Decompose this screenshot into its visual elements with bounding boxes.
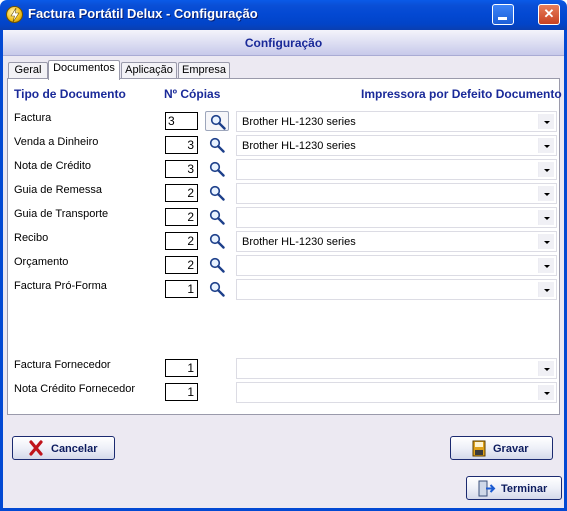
printer-dropdown[interactable] <box>236 382 557 403</box>
cancel-button-label: Cancelar <box>51 443 98 455</box>
section-header: Configuração <box>3 30 564 56</box>
chevron-down-icon[interactable] <box>538 385 554 400</box>
copies-input[interactable]: 2 <box>165 256 198 274</box>
printer-dropdown[interactable]: Brother HL-1230 series <box>236 135 557 156</box>
exit-door-icon <box>478 480 496 500</box>
document-type-label: Orçamento <box>14 256 69 268</box>
tab-label: Geral <box>14 64 42 76</box>
copies-input[interactable]: 2 <box>165 184 198 202</box>
close-button[interactable]: ✕ <box>538 4 560 25</box>
tab-label: Empresa <box>181 64 227 76</box>
tab-aplicacao[interactable]: Aplicação <box>121 62 177 79</box>
copies-input[interactable]: 2 <box>165 232 198 250</box>
printer-dropdown[interactable] <box>236 255 557 276</box>
minimize-button[interactable] <box>492 4 514 25</box>
tab-label: Documentos <box>53 62 115 74</box>
chevron-down-icon[interactable] <box>538 361 554 376</box>
select-printer-button[interactable] <box>205 279 229 299</box>
select-printer-button[interactable] <box>205 207 229 227</box>
printer-dropdown-value: Brother HL-1230 series <box>242 116 356 128</box>
document-type-label: Guia de Remessa <box>14 184 103 196</box>
column-header-copies: Nº Cópias <box>164 87 221 101</box>
title-bar[interactable]: Factura Portátil Delux - Configuração ✕ <box>0 0 567 30</box>
select-printer-button[interactable] <box>205 255 229 275</box>
printer-dropdown[interactable] <box>236 279 557 300</box>
finish-button[interactable]: Terminar <box>466 476 562 500</box>
tab-geral[interactable]: Geral <box>8 62 48 79</box>
save-disk-icon <box>472 440 486 460</box>
printer-dropdown[interactable]: Brother HL-1230 series <box>236 231 557 252</box>
section-title: Configuração <box>244 36 323 50</box>
document-type-label: Factura <box>14 112 52 124</box>
copies-input[interactable]: 3 <box>165 112 198 130</box>
document-type-label: Nota de Crédito <box>14 160 92 172</box>
select-printer-button[interactable] <box>205 183 229 203</box>
copies-input[interactable]: 3 <box>165 160 198 178</box>
window-title: Factura Portátil Delux - Configuração <box>28 6 258 21</box>
document-type-label: Guia de Transporte <box>14 208 109 220</box>
chevron-down-icon[interactable] <box>538 114 554 129</box>
tab-empresa[interactable]: Empresa <box>178 62 230 79</box>
chevron-down-icon[interactable] <box>538 210 554 225</box>
printer-dropdown[interactable]: Brother HL-1230 series <box>236 111 557 132</box>
cancel-button[interactable]: Cancelar <box>12 436 115 460</box>
copies-input[interactable]: 3 <box>165 136 198 154</box>
copies-input[interactable]: 1 <box>165 359 198 377</box>
tab-documentos[interactable]: Documentos <box>48 60 120 80</box>
select-printer-button[interactable] <box>205 231 229 251</box>
chevron-down-icon[interactable] <box>538 234 554 249</box>
chevron-down-icon[interactable] <box>538 162 554 177</box>
document-type-label: Nota Crédito Fornecedor <box>14 383 136 395</box>
printer-dropdown-value: Brother HL-1230 series <box>242 236 356 248</box>
select-printer-button[interactable] <box>205 111 229 131</box>
printer-dropdown[interactable] <box>236 358 557 379</box>
tab-label: Aplicação <box>125 64 173 76</box>
column-header-printer: Impressora por Defeito Documento <box>361 87 562 101</box>
finish-button-label: Terminar <box>501 483 548 495</box>
select-printer-button[interactable] <box>205 159 229 179</box>
copies-input[interactable]: 2 <box>165 208 198 226</box>
close-icon: ✕ <box>543 6 555 21</box>
printer-dropdown[interactable] <box>236 183 557 204</box>
column-header-doc-type: Tipo de Documento <box>14 87 126 101</box>
printer-dropdown[interactable] <box>236 159 557 180</box>
copies-input[interactable]: 1 <box>165 383 198 401</box>
chevron-down-icon[interactable] <box>538 186 554 201</box>
chevron-down-icon[interactable] <box>538 138 554 153</box>
document-type-label: Recibo <box>14 232 49 244</box>
cancel-x-icon <box>29 440 43 459</box>
copies-input[interactable]: 1 <box>165 280 198 298</box>
document-type-label: Factura Fornecedor <box>14 359 111 371</box>
printer-dropdown-value: Brother HL-1230 series <box>242 140 356 152</box>
chevron-down-icon[interactable] <box>538 282 554 297</box>
printer-dropdown[interactable] <box>236 207 557 228</box>
document-type-label: Venda a Dinheiro <box>14 136 99 148</box>
select-printer-button[interactable] <box>205 135 229 155</box>
save-button-label: Gravar <box>493 443 529 455</box>
app-lightning-icon <box>6 6 23 23</box>
save-button[interactable]: Gravar <box>450 436 553 460</box>
chevron-down-icon[interactable] <box>538 258 554 273</box>
document-type-label: Factura Pró-Forma <box>14 280 107 292</box>
